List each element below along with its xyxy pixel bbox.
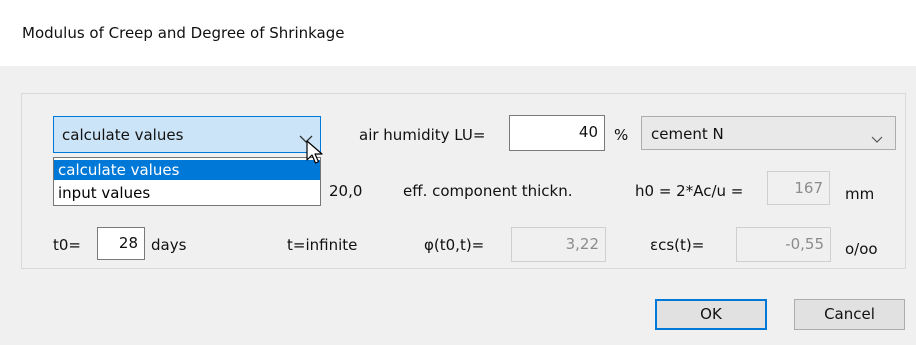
h0-unit: mm	[845, 185, 875, 203]
t-infinite-label: t=infinite	[287, 236, 358, 254]
cement-combo[interactable]: cement N	[641, 116, 896, 150]
eps-value: -0,55	[736, 227, 831, 262]
partial-value: 20,0	[329, 182, 363, 200]
cement-combo-value: cement N	[651, 125, 724, 143]
t0-unit: days	[151, 236, 187, 254]
eps-unit: o/oo	[845, 240, 878, 258]
h0-label: h0 = 2*Ac/u =	[635, 182, 744, 200]
mouse-cursor-icon	[306, 140, 324, 170]
thickness-label: eff. component thickn.	[403, 182, 573, 200]
dropdown-option-input[interactable]: input values	[54, 183, 320, 203]
t0-label: t0=	[53, 236, 81, 254]
h0-value: 167	[767, 171, 830, 205]
mode-combo-value: calculate values	[62, 126, 184, 144]
cancel-button[interactable]: Cancel	[794, 299, 905, 330]
dialog-title: Modulus of Creep and Degree of Shrinkage	[22, 24, 345, 42]
eps-label: εcs(t)=	[650, 236, 705, 254]
humidity-label: air humidity LU=	[359, 126, 486, 144]
phi-label: φ(t0,t)=	[424, 236, 485, 254]
mode-combo[interactable]: calculate values	[53, 116, 321, 153]
dropdown-option-calculate[interactable]: calculate values	[54, 160, 320, 180]
mode-dropdown-list: calculate values input values	[53, 157, 321, 206]
ok-button[interactable]: OK	[655, 299, 767, 330]
phi-value: 3,22	[511, 227, 606, 262]
t0-input[interactable]: 28	[97, 227, 145, 260]
humidity-unit: %	[614, 126, 629, 144]
humidity-input[interactable]: 40	[509, 115, 605, 151]
chevron-down-icon[interactable]	[871, 129, 883, 148]
